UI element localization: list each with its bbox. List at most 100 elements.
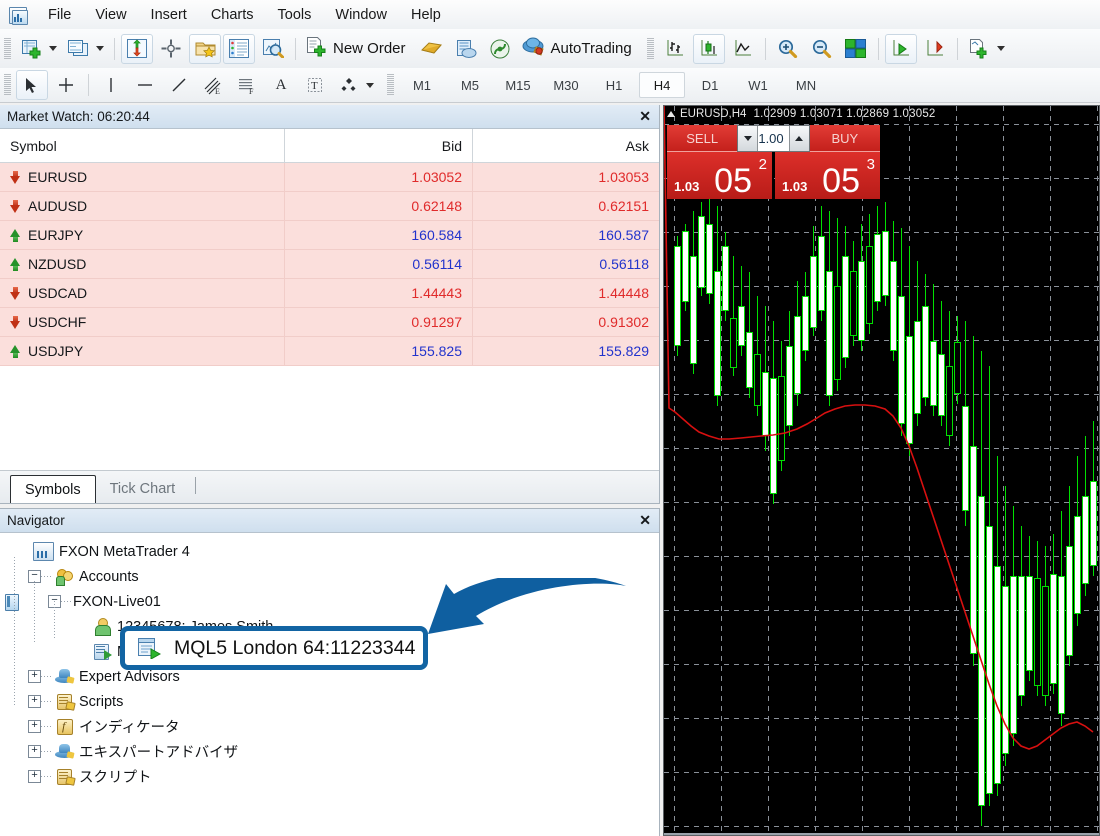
menu-item-window[interactable]: Window xyxy=(323,3,399,27)
menu-item-tools[interactable]: Tools xyxy=(266,3,324,27)
text-a-icon[interactable]: A xyxy=(265,70,297,100)
table-row[interactable]: NZDUSD 0.56114 0.56118 xyxy=(0,250,659,279)
trendline-icon[interactable] xyxy=(163,70,195,100)
column-header-symbol[interactable]: Symbol xyxy=(0,129,285,162)
tree-item-label: Expert Advisors xyxy=(79,668,180,685)
close-icon[interactable]: ✕ xyxy=(639,108,651,125)
table-row[interactable]: USDCHF 0.91297 0.91302 xyxy=(0,308,659,337)
volume-stepper[interactable]: 1.00 xyxy=(737,125,810,152)
bar-chart-icon[interactable] xyxy=(659,34,691,64)
market-watch-icon[interactable] xyxy=(121,33,153,64)
buy-button[interactable]: BUY xyxy=(809,125,880,152)
line-chart-icon[interactable] xyxy=(727,34,759,64)
timeframe-h1[interactable]: H1 xyxy=(591,72,637,98)
tree-item[interactable]: + Scripts xyxy=(0,689,659,714)
toolbar-grip[interactable] xyxy=(4,37,11,60)
navigator-folder-star-icon[interactable] xyxy=(189,33,221,64)
mql5-community-icon[interactable] xyxy=(450,34,482,64)
symbol-label: AUDUSD xyxy=(28,198,88,214)
shapes-icon[interactable] xyxy=(333,70,365,100)
toolbar-grip[interactable] xyxy=(646,37,654,60)
tree-item[interactable]: + f インディケータ xyxy=(0,714,659,739)
chart-shift-icon[interactable] xyxy=(919,34,951,64)
sell-button[interactable]: SELL xyxy=(667,125,738,152)
profiles-dropdown-icon[interactable] xyxy=(96,46,104,51)
arrow-up-icon xyxy=(10,257,21,271)
autotrading-icon xyxy=(522,37,546,60)
column-header-ask[interactable]: Ask xyxy=(473,129,659,162)
tab-tick-chart[interactable]: Tick Chart xyxy=(96,475,190,503)
timeframe-mn[interactable]: MN xyxy=(783,72,829,98)
volume-input[interactable]: 1.00 xyxy=(758,126,789,151)
fibonacci-retracement-icon[interactable]: F xyxy=(231,70,263,100)
menu-item-insert[interactable]: Insert xyxy=(139,3,199,27)
cursor-arrow-icon[interactable] xyxy=(16,70,48,100)
spinner-up-icon[interactable] xyxy=(788,126,809,151)
timeframe-w1[interactable]: W1 xyxy=(735,72,781,98)
toolbar-grip[interactable] xyxy=(4,74,11,96)
collapse-triangle-icon[interactable] xyxy=(667,111,675,117)
menu-item-help[interactable]: Help xyxy=(399,3,453,27)
table-row[interactable]: EURJPY 160.584 160.587 xyxy=(0,221,659,250)
menu-item-view[interactable]: View xyxy=(83,3,138,27)
toolbar-separator xyxy=(877,37,879,60)
mql5-vps-callout: MQL5 London 64:11223344 xyxy=(120,626,428,670)
tree-item[interactable]: FXON MetaTrader 4 xyxy=(0,539,659,564)
table-row[interactable]: EURUSD 1.03052 1.03053 xyxy=(0,163,659,192)
menu-item-file[interactable]: File xyxy=(36,3,83,27)
zoom-in-icon[interactable] xyxy=(772,34,804,64)
symbol-label: EURUSD xyxy=(28,169,88,185)
tree-item-label: インディケータ xyxy=(79,720,180,736)
timeframe-m5[interactable]: M5 xyxy=(447,72,493,98)
signals-icon[interactable] xyxy=(484,34,516,64)
table-row[interactable]: AUDUSD 0.62148 0.62151 xyxy=(0,192,659,221)
toolbar-grip[interactable] xyxy=(387,74,394,96)
tree-expander[interactable]: + xyxy=(28,720,41,733)
tree-item[interactable]: + エキスパートアドバイザ xyxy=(0,739,659,764)
strategy-tester-magnifier-icon[interactable] xyxy=(257,34,289,64)
text-label-icon[interactable]: T xyxy=(299,70,331,100)
timeframe-h4[interactable]: H4 xyxy=(639,72,685,98)
profiles-icon[interactable] xyxy=(63,34,95,64)
close-icon[interactable]: ✕ xyxy=(639,512,651,529)
auto-scroll-icon[interactable] xyxy=(884,33,917,64)
indicators-dropdown-icon[interactable] xyxy=(996,46,1005,51)
terminal-list-icon[interactable] xyxy=(223,33,255,64)
timeframe-m1[interactable]: M1 xyxy=(399,72,445,98)
tree-expander[interactable]: + xyxy=(28,745,41,758)
tree-item[interactable]: + スクリプト xyxy=(0,764,659,789)
tree-expander[interactable]: + xyxy=(28,670,41,683)
crosshair-icon[interactable] xyxy=(50,70,82,100)
sell-price-box[interactable]: 1.03 05 2 xyxy=(667,152,772,199)
new-order-button[interactable]: New Order xyxy=(301,34,415,64)
symbol-label: NZDUSD xyxy=(28,256,87,272)
menu-item-charts[interactable]: Charts xyxy=(199,3,266,27)
candlestick-chart-icon[interactable] xyxy=(692,33,725,64)
tree-expander[interactable]: + xyxy=(28,770,41,783)
column-header-bid[interactable]: Bid xyxy=(285,129,473,162)
table-row[interactable]: USDJPY 155.825 155.829 xyxy=(0,337,659,366)
cell-ask: 155.829 xyxy=(598,343,649,359)
new-chart-dropdown-icon[interactable] xyxy=(49,46,57,51)
table-row[interactable]: USDCAD 1.44443 1.44448 xyxy=(0,279,659,308)
timeframe-d1[interactable]: D1 xyxy=(687,72,733,98)
equidistant-channel-icon[interactable]: E xyxy=(197,70,229,100)
spinner-down-icon[interactable] xyxy=(738,126,759,151)
horizontal-line-icon[interactable] xyxy=(129,70,161,100)
vertical-line-icon[interactable] xyxy=(95,70,127,100)
tab-symbols[interactable]: Symbols xyxy=(10,475,96,503)
chart-symbol-label: EURUSD,H4 xyxy=(680,108,747,120)
crosshair-data-window-icon[interactable] xyxy=(155,34,187,64)
timeframe-m30[interactable]: M30 xyxy=(543,72,589,98)
metaeditor-icon[interactable] xyxy=(416,34,448,64)
timeframe-m15[interactable]: M15 xyxy=(495,72,541,98)
buy-price-box[interactable]: 1.03 05 3 xyxy=(775,152,880,199)
indicators-icon[interactable] xyxy=(964,34,996,64)
chart-window[interactable]: EURUSD,H4 1.02909 1.03071 1.02869 1.0305… xyxy=(663,105,1100,836)
new-chart-icon[interactable] xyxy=(16,34,48,64)
autotrading-button[interactable]: AutoTrading xyxy=(517,34,641,64)
zoom-out-icon[interactable] xyxy=(806,34,838,64)
tile-windows-icon[interactable] xyxy=(840,34,872,64)
shapes-dropdown-icon[interactable] xyxy=(366,82,374,88)
tree-expander[interactable]: + xyxy=(28,695,41,708)
